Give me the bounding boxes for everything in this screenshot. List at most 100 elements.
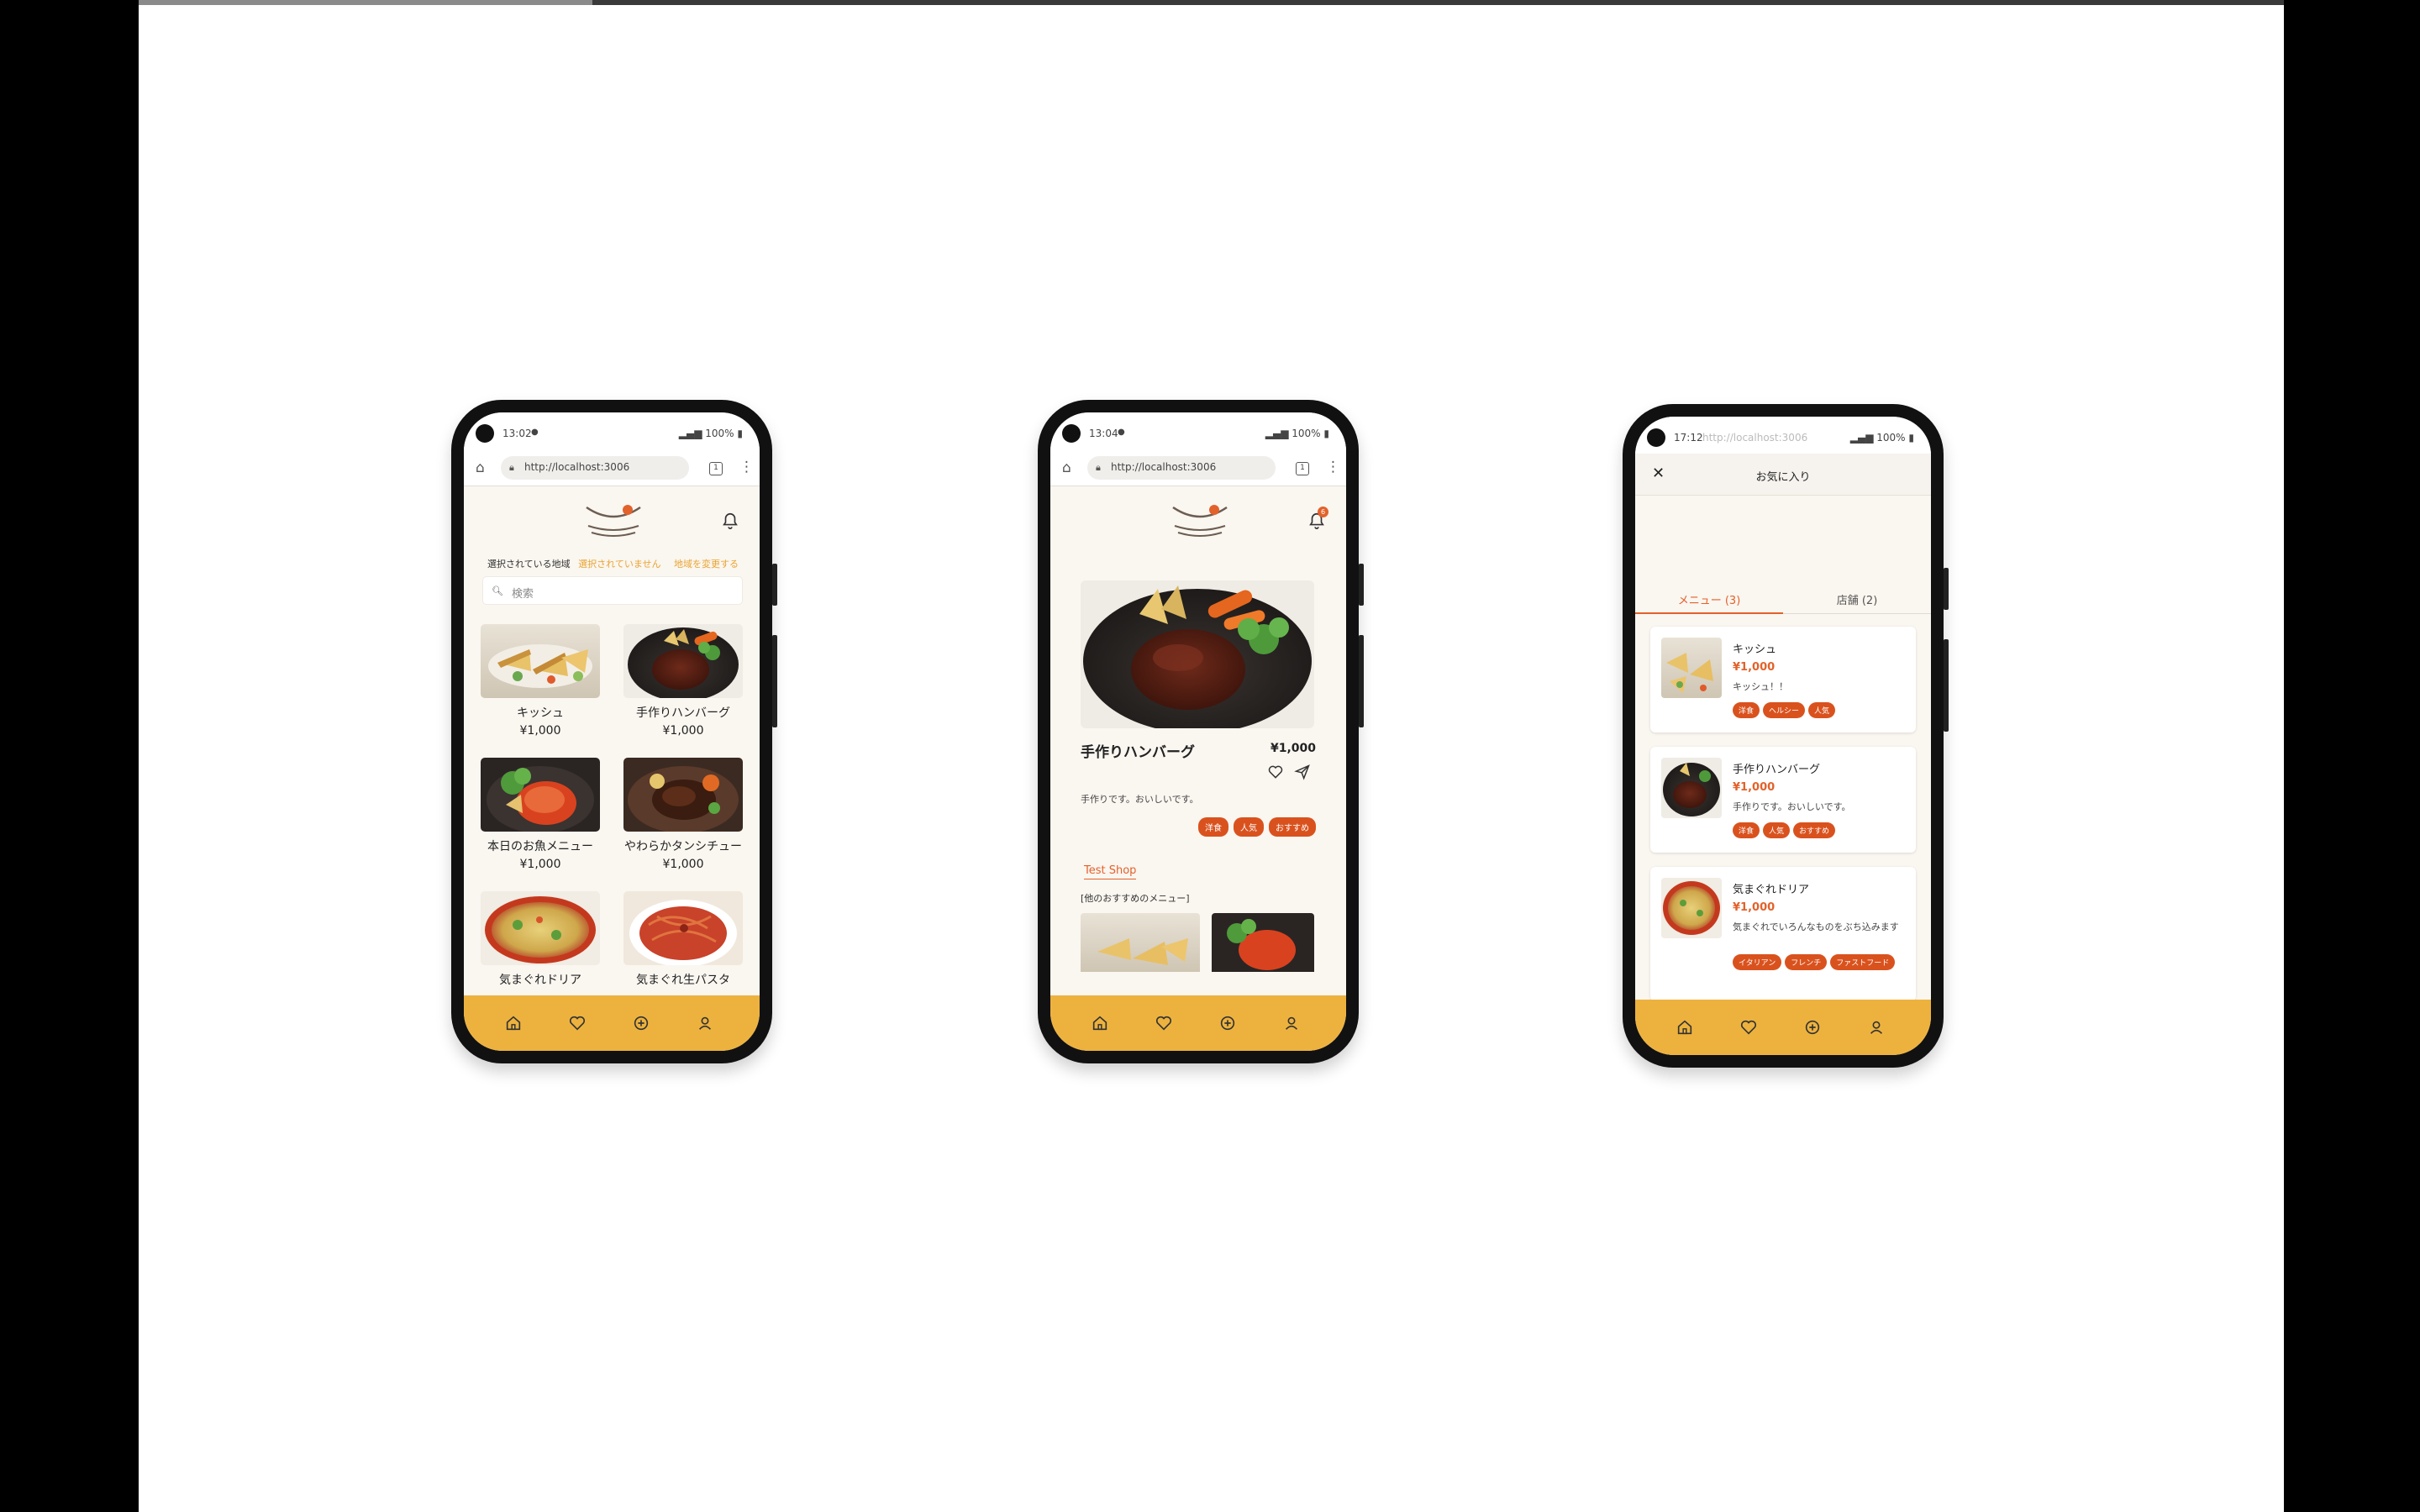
heart-icon[interactable] [568, 1014, 587, 1032]
user-icon[interactable] [696, 1014, 714, 1032]
signal-icon: ▂▄▆ [678, 428, 706, 439]
notification-badge: 6 [1318, 507, 1328, 517]
bell-icon[interactable] [721, 512, 739, 530]
status-time: 13:02 [502, 428, 532, 439]
browser-home-icon[interactable]: ⌂ [1062, 459, 1071, 476]
region-row: 選択されている地域 選択されていません 地域を変更する [487, 557, 739, 570]
heart-icon[interactable] [1739, 1018, 1758, 1037]
tab-menu[interactable]: メニュー (3) [1635, 580, 1783, 614]
menu-card[interactable]: 手作りハンバーグ ¥1,000 [623, 624, 743, 738]
more-menu-icon[interactable]: ⋮ [1326, 459, 1340, 475]
app-logo[interactable] [580, 501, 647, 543]
food-image-doria [1661, 878, 1722, 938]
favorite-card[interactable]: 気まぐれドリア ¥1,000 気まぐれでいろんなものをぶち込みます イタリアン … [1650, 867, 1916, 1001]
status-bar: 13:04 ● ▂▄▆ 100% ▮ [1050, 412, 1346, 449]
food-image-quiche [481, 624, 600, 698]
tab-switcher-button[interactable]: 1 [709, 462, 723, 475]
tag-badge[interactable]: 洋食 [1733, 822, 1760, 838]
favorite-description: 気まぐれでいろんなものをぶち込みます [1733, 921, 1899, 932]
food-image-hamburg [623, 624, 743, 698]
food-image-tongue-stew [623, 758, 743, 832]
food-image-pasta [623, 891, 743, 965]
url-field[interactable]: http://localhost:3006 [501, 456, 689, 480]
side-button [1359, 564, 1364, 606]
other-menu-heading: [他のおすすめのメニュー] [1081, 893, 1190, 904]
phone-screen: 13:02 ● ▂▄▆ 100% ▮ ⌂ http://localhost:30… [464, 412, 760, 1051]
home-icon[interactable] [1091, 1014, 1109, 1032]
phone-screen: 17:12 http://localhost:3006 ▂▄▆ 100% ▮ ✕… [1635, 417, 1931, 1055]
favorites-header: ✕ お気に入り [1635, 454, 1931, 496]
user-icon[interactable] [1867, 1018, 1886, 1037]
phone-detail: 13:04 ● ▂▄▆ 100% ▮ ⌂ http://localhost:30… [1038, 400, 1364, 1063]
menu-name: 手作りハンバーグ [636, 706, 730, 720]
menu-card[interactable]: キッシュ ¥1,000 [481, 624, 600, 738]
home-icon[interactable] [504, 1014, 523, 1032]
lock-icon: 🔒︎ [1096, 462, 1101, 473]
bottom-nav [1635, 1000, 1931, 1055]
favorite-price: ¥1,000 [1733, 661, 1776, 674]
search-icon: 🔍︎ [492, 585, 503, 596]
tag-badge[interactable]: おすすめ [1269, 817, 1316, 837]
tab-switcher-button[interactable]: 1 [1296, 462, 1309, 475]
menu-card[interactable]: 気まぐれドリア [481, 891, 600, 988]
tag-badge[interactable]: ファストフード [1830, 954, 1896, 970]
menu-card[interactable]: 気まぐれ生パスタ [623, 891, 743, 988]
menu-price: ¥1,000 [662, 724, 704, 738]
tag-badge[interactable]: 人気 [1808, 702, 1836, 718]
presentation-canvas: 13:02 ● ▂▄▆ 100% ▮ ⌂ http://localhost:30… [139, 5, 2284, 1512]
plus-circle-icon[interactable] [632, 1014, 650, 1032]
favorite-description: キッシュ！！ [1733, 681, 1788, 692]
signal-icon: ▂▄▆ [1849, 432, 1877, 444]
menu-name: やわらかタンシチュー [624, 840, 742, 853]
plus-circle-icon[interactable] [1218, 1014, 1237, 1032]
plus-circle-icon[interactable] [1803, 1018, 1822, 1037]
thumbnail-fish[interactable] [1212, 913, 1314, 972]
tag-badge[interactable]: フレンチ [1785, 954, 1828, 970]
url-field[interactable]: http://localhost:3006 [1087, 456, 1276, 480]
menu-name: 気まぐれドリア [499, 974, 581, 987]
favorite-price: ¥1,000 [1733, 781, 1776, 794]
detail-price: ¥1,000 [1270, 742, 1316, 755]
share-send-icon[interactable] [1294, 764, 1311, 780]
favorite-heart-icon[interactable] [1267, 764, 1284, 780]
search-input[interactable]: 検索 [482, 576, 743, 605]
menu-card[interactable]: 本日のお魚メニュー ¥1,000 [481, 758, 600, 871]
app-logo[interactable] [1166, 501, 1234, 543]
food-image-quiche [1661, 638, 1722, 698]
menu-price: ¥1,000 [662, 858, 704, 871]
change-region-link[interactable]: 地域を変更する [674, 557, 739, 570]
food-image-hamburg [1661, 758, 1722, 818]
status-bar: 13:02 ● ▂▄▆ 100% ▮ [464, 412, 760, 449]
lock-icon: 🔒︎ [509, 462, 514, 473]
menu-name: 本日のお魚メニュー [487, 840, 593, 853]
side-button [1944, 639, 1949, 732]
more-menu-icon[interactable]: ⋮ [739, 459, 754, 475]
user-icon[interactable] [1282, 1014, 1301, 1032]
region-label: 選択されている地域 [487, 559, 571, 570]
favorite-name: 気まぐれドリア [1733, 884, 1810, 896]
favorite-description: 手作りです。おいしいです。 [1733, 801, 1851, 812]
favorite-card[interactable]: 手作りハンバーグ ¥1,000 手作りです。おいしいです。 洋食 人気 おすすめ [1650, 747, 1916, 853]
heart-icon[interactable] [1155, 1014, 1173, 1032]
tag-badge[interactable]: イタリアン [1733, 954, 1782, 970]
thumbnail-quiche[interactable] [1081, 913, 1200, 972]
browser-home-icon[interactable]: ⌂ [476, 459, 485, 476]
status-time: 13:04 [1089, 428, 1118, 439]
tag-badge[interactable]: おすすめ [1793, 822, 1836, 838]
tag-badge[interactable]: 洋食 [1733, 702, 1760, 718]
tab-shops[interactable]: 店舗 (2) [1783, 580, 1931, 614]
page-title: お気に入り [1755, 471, 1811, 484]
tag-badge[interactable]: 人気 [1763, 822, 1791, 838]
battery-level: 100% [705, 428, 734, 439]
menu-card[interactable]: やわらかタンシチュー ¥1,000 [623, 758, 743, 871]
home-icon[interactable] [1676, 1018, 1694, 1037]
tag-badge[interactable]: ヘルシー [1763, 702, 1806, 718]
detail-food-image [1081, 580, 1314, 728]
tag-badge[interactable]: 人気 [1234, 817, 1264, 837]
favorite-tags: 洋食 人気 おすすめ [1733, 822, 1909, 838]
battery-level: 100% [1876, 432, 1906, 444]
favorite-card[interactable]: キッシュ ¥1,000 キッシュ！！ 洋食 ヘルシー 人気 [1650, 627, 1916, 732]
shop-link[interactable]: Test Shop [1084, 864, 1137, 879]
tag-badge[interactable]: 洋食 [1198, 817, 1228, 837]
notification-dot-icon: ● [1118, 428, 1125, 437]
